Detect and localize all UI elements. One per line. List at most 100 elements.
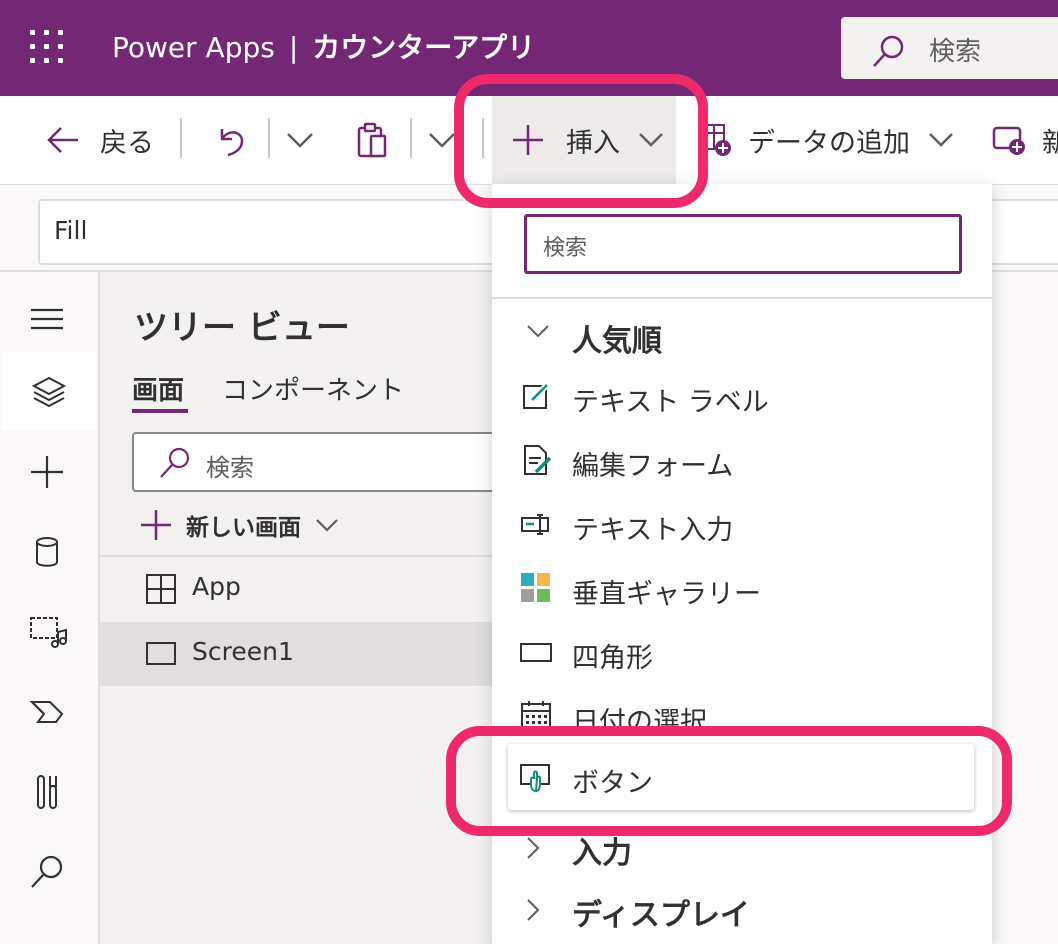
rectangle-icon <box>520 643 552 662</box>
menu-item-vertical-gallery[interactable]: 垂直ギャラリー <box>492 558 992 618</box>
insert-button[interactable]: 挿入 <box>492 96 676 184</box>
plus-icon <box>31 456 63 488</box>
undo-dropdown-button[interactable] <box>286 96 314 184</box>
app-header: Power Apps | カウンターアプリ 検索 <box>0 0 1058 96</box>
tab-screens[interactable]: 画面 <box>132 370 184 407</box>
menu-item-label: ボタン <box>572 768 653 799</box>
tree-view-pane: ツリー ビュー 画面 コンポーネント 検索 新しい画面 App Screen1 <box>100 272 516 944</box>
vertical-gallery-icon <box>521 573 550 602</box>
new-screen-toolbar-button[interactable]: 新 <box>992 96 1058 184</box>
tree-node-app[interactable]: App <box>100 557 492 621</box>
menu-item-text-input[interactable]: テキスト入力 <box>492 494 992 554</box>
power-automate-nav-button[interactable] <box>0 672 98 750</box>
search-icon <box>31 855 63 888</box>
paste-dropdown-button[interactable] <box>428 96 456 184</box>
plus-icon <box>513 125 543 155</box>
add-data-button[interactable]: データの追加 <box>702 96 954 184</box>
category-label: 人気順 <box>572 324 662 359</box>
new-screen-button[interactable]: 新しい画面 <box>140 508 339 542</box>
menu-item-label: 日付の選択 <box>572 707 707 738</box>
back-button[interactable]: 戻る <box>46 96 154 184</box>
chevron-down-icon <box>639 133 663 147</box>
advanced-tools-nav-button[interactable] <box>0 752 98 830</box>
menu-item-text-label[interactable]: テキスト ラベル <box>492 366 992 426</box>
toolbar-divider <box>268 118 270 158</box>
tree-node-screen1[interactable]: Screen1 <box>100 622 492 686</box>
app-name: カウンターアプリ <box>312 31 536 64</box>
new-screen-icon <box>992 126 1025 155</box>
new-label: 新 <box>1042 127 1058 159</box>
header-search-box[interactable]: 検索 <box>841 17 1058 79</box>
menu-item-label: テキスト ラベル <box>572 387 769 418</box>
insert-search-placeholder: 検索 <box>543 236 588 261</box>
category-label: 入力 <box>572 836 632 871</box>
chevron-right-icon <box>527 837 540 859</box>
undo-button[interactable] <box>216 96 246 184</box>
divider <box>492 297 992 299</box>
chevron-down-icon <box>929 133 953 147</box>
date-picker-icon <box>521 701 551 731</box>
data-nav-button[interactable] <box>0 512 98 590</box>
menu-item-label: 四角形 <box>572 643 653 674</box>
title-separator: | <box>288 31 299 64</box>
text-label-icon <box>523 381 551 409</box>
search-nav-button[interactable] <box>0 832 98 910</box>
category-display[interactable]: ディスプレイ <box>492 878 992 938</box>
left-nav-rail <box>0 272 100 944</box>
clipboard-icon <box>357 122 387 158</box>
tree-node-label: App <box>192 572 241 601</box>
tree-node-label: Screen1 <box>192 637 294 666</box>
app-launcher-icon[interactable] <box>30 30 64 64</box>
product-name: Power Apps <box>112 31 275 64</box>
chevron-down-icon <box>287 133 313 148</box>
chevron-right-icon <box>527 899 540 921</box>
tab-components[interactable]: コンポーネント <box>222 370 404 407</box>
plus-icon <box>141 510 171 540</box>
menu-item-date-picker[interactable]: 日付の選択 <box>492 686 992 746</box>
insert-menu: 検索 人気順 テキスト ラベル 編集フォーム テキスト入力 垂直ギャラリー 四角… <box>492 184 992 944</box>
tree-search-input[interactable]: 検索 <box>132 432 516 492</box>
category-input[interactable]: 入力 <box>492 816 992 876</box>
category-popular[interactable]: 人気順 <box>492 304 992 364</box>
insert-nav-button[interactable] <box>0 432 98 510</box>
tree-view-button[interactable] <box>2 352 96 430</box>
media-nav-button[interactable] <box>0 592 98 670</box>
tools-icon <box>37 775 57 809</box>
app-title: Power Apps | カウンターアプリ <box>112 28 535 68</box>
app-icon <box>146 574 176 604</box>
chevron-down-icon <box>316 519 338 532</box>
database-icon <box>36 537 58 567</box>
paste-button[interactable] <box>356 96 388 184</box>
button-icon <box>520 764 550 793</box>
tree-search-placeholder: 検索 <box>206 454 254 482</box>
search-icon <box>160 447 190 478</box>
command-bar: 戻る 挿入 データの追加 新 <box>0 96 1058 185</box>
toolbar-divider <box>180 118 182 158</box>
screen-icon <box>146 642 176 665</box>
edit-form-icon <box>524 445 552 475</box>
add-data-icon <box>703 124 731 156</box>
chevron-down-icon <box>527 325 549 338</box>
tree-view-title: ツリー ビュー <box>134 308 350 348</box>
header-search-placeholder: 検索 <box>929 37 982 67</box>
menu-item-rectangle[interactable]: 四角形 <box>492 622 992 682</box>
text-input-icon <box>521 514 549 535</box>
menu-item-edit-form[interactable]: 編集フォーム <box>492 430 992 490</box>
search-icon <box>873 35 904 67</box>
media-icon <box>30 617 67 648</box>
undo-icon <box>220 129 244 157</box>
toolbar-divider <box>410 118 412 158</box>
back-arrow-icon <box>47 127 78 153</box>
menu-item-button[interactable]: ボタン <box>508 744 974 810</box>
menu-item-label: 編集フォーム <box>572 451 734 482</box>
menu-item-label: 垂直ギャラリー <box>572 579 761 610</box>
menu-item-label: テキスト入力 <box>572 515 734 546</box>
power-automate-icon <box>29 701 64 723</box>
property-name: Fill <box>54 216 88 245</box>
active-tab-indicator <box>132 409 188 413</box>
hamburger-icon <box>31 308 63 330</box>
layers-icon <box>31 376 67 408</box>
hamburger-button[interactable] <box>0 280 98 358</box>
category-label: ディスプレイ <box>572 898 750 933</box>
insert-search-input[interactable]: 検索 <box>524 214 962 274</box>
